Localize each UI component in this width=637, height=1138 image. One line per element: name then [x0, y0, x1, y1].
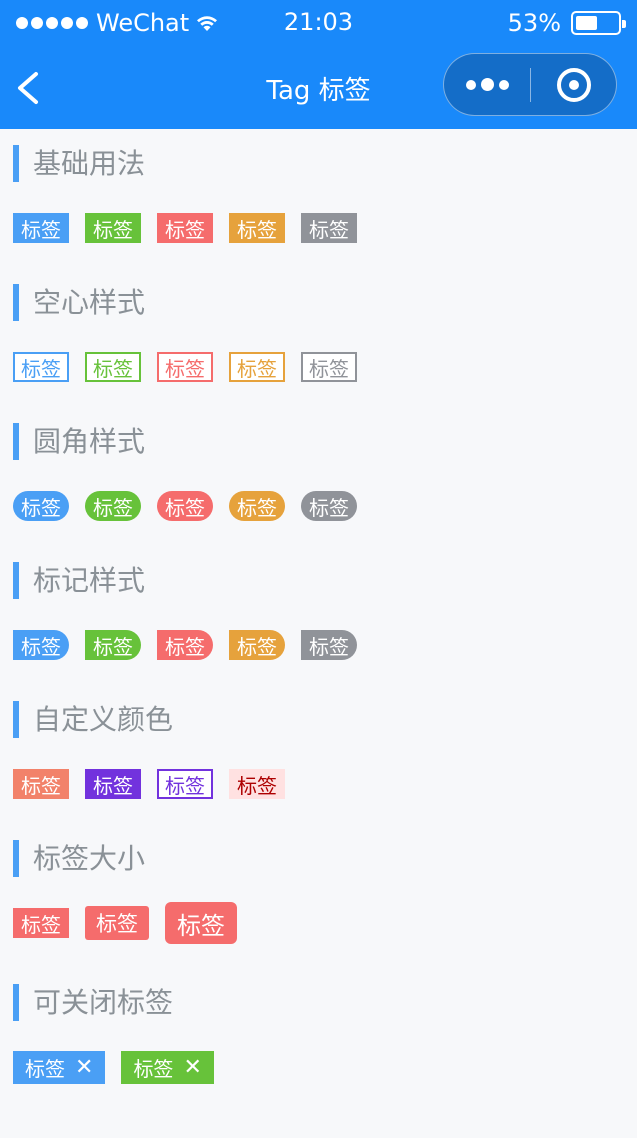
basic-tags-row: 标签 标签 标签 标签 标签 — [13, 213, 373, 243]
tag-round-success: 标签 — [85, 491, 141, 521]
section-title-mark: 标记样式 — [13, 562, 145, 599]
tag-label: 标签 — [133, 1057, 174, 1081]
target-icon — [557, 68, 591, 102]
tag-custom-pink: 标签 — [229, 769, 285, 799]
close-icon[interactable]: ✕ — [183, 1055, 201, 1080]
tag-mark-success: 标签 — [85, 630, 141, 660]
tag-mark-primary: 标签 — [13, 630, 69, 660]
tag-plain-default: 标签 — [301, 352, 357, 382]
tag-mark-default: 标签 — [301, 630, 357, 660]
tag-plain-success: 标签 — [85, 352, 141, 382]
battery-percent: 53% — [507, 9, 561, 37]
section-title-basic: 基础用法 — [13, 145, 145, 182]
tag-size-large: 标签 — [165, 902, 237, 944]
tag-label: 标签 — [25, 1057, 65, 1081]
nav-bar: Tag 标签 — [0, 46, 637, 129]
custom-color-tags-row: 标签 标签 标签 标签 — [13, 769, 301, 799]
close-icon[interactable]: ✕ — [75, 1055, 93, 1080]
tag-success: 标签 — [85, 213, 141, 243]
tag-round-default: 标签 — [301, 491, 357, 521]
round-tags-row: 标签 标签 标签 标签 标签 — [13, 491, 373, 521]
mini-program-capsule — [443, 53, 617, 116]
tag-size-default: 标签 — [13, 908, 69, 938]
tag-mark-warning: 标签 — [229, 630, 285, 660]
battery-icon — [571, 11, 626, 35]
tag-round-primary: 标签 — [13, 491, 69, 521]
tag-custom-orange: 标签 — [13, 769, 69, 799]
tag-round-danger: 标签 — [157, 491, 213, 521]
section-title-closeable: 可关闭标签 — [13, 984, 173, 1021]
tag-primary: 标签 — [13, 213, 69, 243]
battery-info: 53% — [507, 9, 626, 37]
tag-round-warning: 标签 — [229, 491, 285, 521]
tag-mark-danger: 标签 — [157, 630, 213, 660]
tag-plain-danger: 标签 — [157, 352, 213, 382]
tag-plain-primary: 标签 — [13, 352, 69, 382]
more-icon[interactable] — [444, 54, 530, 115]
section-title-round: 圆角样式 — [13, 423, 145, 460]
tag-closeable-success: 标签 ✕ — [121, 1051, 214, 1084]
tag-closeable-primary: 标签 ✕ — [13, 1051, 106, 1084]
tag-custom-purple-plain: 标签 — [157, 769, 213, 799]
size-tags-row: 标签 标签 标签 — [13, 902, 253, 944]
mark-tags-row: 标签 标签 标签 标签 标签 — [13, 630, 373, 660]
tag-warning: 标签 — [229, 213, 285, 243]
tag-size-medium: 标签 — [85, 906, 149, 940]
tag-default: 标签 — [301, 213, 357, 243]
section-title-size: 标签大小 — [13, 840, 145, 877]
tag-custom-purple: 标签 — [85, 769, 141, 799]
plain-tags-row: 标签 标签 标签 标签 标签 — [13, 352, 373, 382]
section-title-plain: 空心样式 — [13, 284, 145, 321]
status-bar: WeChat 21:03 53% — [0, 0, 637, 46]
closeable-tags-row: 标签 ✕ 标签 ✕ — [13, 1051, 230, 1084]
header: WeChat 21:03 53% Tag 标签 — [0, 0, 637, 129]
close-program-button[interactable] — [531, 54, 617, 115]
section-title-custom-color: 自定义颜色 — [13, 701, 173, 738]
tag-danger: 标签 — [157, 213, 213, 243]
tag-plain-warning: 标签 — [229, 352, 285, 382]
